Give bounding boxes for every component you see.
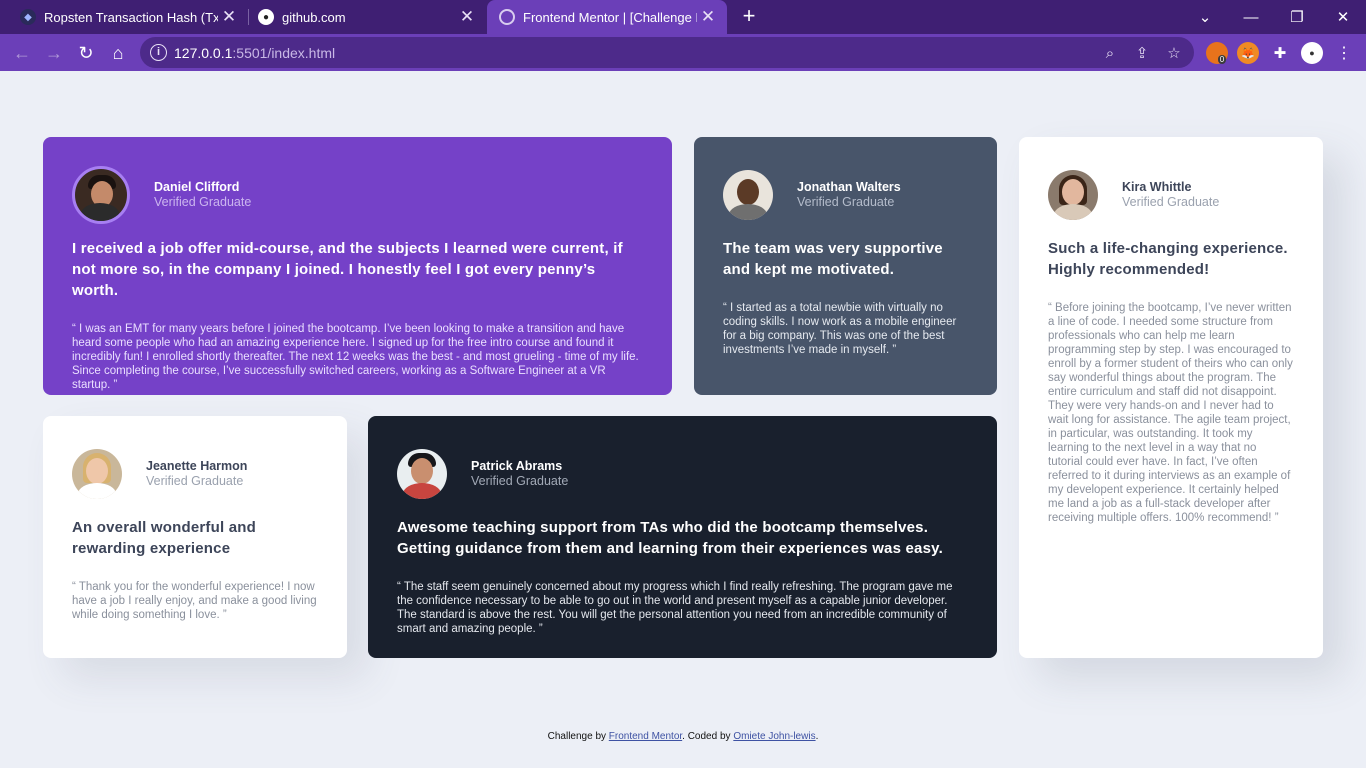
new-tab-button[interactable]: + — [736, 4, 762, 30]
url-host: 127.0.0.1 — [174, 45, 233, 61]
footer-suffix: . — [815, 731, 819, 742]
home-icon[interactable]: ⌂ — [104, 39, 132, 67]
person-info: Jeanette Harmon Verified Graduate — [72, 445, 347, 503]
profile-avatar[interactable]: ● — [1301, 42, 1323, 64]
testimonial-headline: An overall wonderful and rewarding exper… — [72, 519, 256, 557]
testimonial-card-jonathan: Jonathan Walters Verified Graduate The t… — [694, 137, 997, 395]
metamask-icon[interactable]: 🦊 — [1237, 42, 1259, 64]
person-info: Kira Whittle Verified Graduate — [1048, 166, 1323, 224]
person-name: Patrick Abrams — [471, 459, 563, 473]
person-role: Verified Graduate — [146, 474, 244, 488]
testimonial-quote: “ The staff seem genuinely concerned abo… — [397, 581, 953, 635]
avatar — [72, 166, 130, 224]
testimonial-headline: I received a job offer mid-course, and t… — [72, 240, 623, 299]
avatar-face — [411, 458, 433, 484]
avatar-body — [78, 483, 116, 499]
tab-search-icon[interactable]: ⌄ — [1182, 0, 1228, 34]
share-icon[interactable]: ⇪ — [1130, 41, 1154, 65]
testimonial-quote: “ I started as a total newbie with virtu… — [723, 302, 957, 356]
reload-icon[interactable]: ↻ — [72, 39, 100, 67]
avatar — [72, 449, 122, 499]
avatar-body — [729, 204, 767, 220]
extension-badge: 0 — [1217, 54, 1227, 64]
tab-ropsten[interactable]: ◆ Ropsten Transaction Hash (Txhash) D ✕ — [0, 0, 248, 34]
person-name: Daniel Clifford — [154, 180, 240, 194]
testimonial-card-daniel: Daniel Clifford Verified Graduate I rece… — [43, 137, 672, 395]
site-info-icon[interactable]: i — [150, 44, 167, 61]
extensions-puzzle-icon[interactable]: ✚ — [1269, 42, 1291, 64]
person-name: Jonathan Walters — [797, 180, 901, 194]
person-name: Jeanette Harmon — [146, 459, 248, 473]
bookmark-star-icon[interactable]: ☆ — [1162, 41, 1186, 65]
tab-frontend-mentor[interactable]: Frontend Mentor | [Challenge Name ✕ — [487, 0, 727, 34]
avatar — [723, 170, 773, 220]
avatar-body — [1054, 204, 1092, 220]
zoom-icon[interactable]: ⌕ — [1098, 41, 1122, 65]
page-loading-icon — [499, 9, 515, 25]
avatar-face — [1062, 179, 1084, 205]
url-text[interactable]: 127.0.0.1:5501/index.html — [174, 45, 335, 61]
testimonial-card-jeanette: Jeanette Harmon Verified Graduate An ove… — [43, 416, 347, 658]
person-info: Jonathan Walters Verified Graduate — [723, 166, 997, 224]
avatar-face — [86, 458, 108, 484]
person-role: Verified Graduate — [1122, 195, 1220, 209]
restore-icon[interactable]: ❐ — [1274, 0, 1320, 34]
testimonial-card-kira: Kira Whittle Verified Graduate Such a li… — [1019, 137, 1323, 658]
footer-middle: . Coded by — [682, 731, 734, 742]
testimonial-card-patrick: Patrick Abrams Verified Graduate Awesome… — [368, 416, 997, 658]
tab-title: Ropsten Transaction Hash (Txhash) D — [44, 9, 218, 25]
avatar-face — [737, 179, 759, 205]
footer-prefix: Challenge by — [547, 731, 609, 742]
url-path: :5501/index.html — [232, 45, 336, 61]
avatar-body — [81, 203, 119, 221]
address-bar[interactable]: i 127.0.0.1:5501/index.html ⌕ ⇪ ☆ — [140, 37, 1194, 68]
browser-toolbar: ← → ↻ ⌂ i 127.0.0.1:5501/index.html ⌕ ⇪ … — [0, 34, 1366, 71]
ethereum-icon: ◆ — [20, 9, 36, 25]
close-icon[interactable]: ✕ — [697, 7, 719, 27]
testimonial-quote: “ Thank you for the wonderful experience… — [72, 581, 317, 621]
frontend-mentor-link[interactable]: Frontend Mentor — [609, 731, 682, 742]
menu-kebab-icon[interactable]: ⋮ — [1333, 42, 1355, 64]
avatar — [1048, 170, 1098, 220]
github-icon: ● — [258, 9, 274, 25]
back-icon[interactable]: ← — [8, 39, 36, 67]
testimonial-headline: Awesome teaching support from TAs who di… — [397, 519, 943, 557]
brave-rewards-icon[interactable]: 0 — [1206, 42, 1228, 64]
tab-github[interactable]: ● github.com ✕ — [238, 0, 486, 34]
testimonial-quote: “ I was an EMT for many years before I j… — [72, 323, 639, 391]
window-close-icon[interactable]: ✕ — [1320, 0, 1366, 34]
close-icon[interactable]: ✕ — [218, 7, 240, 27]
tab-title: Frontend Mentor | [Challenge Name — [523, 9, 697, 25]
person-role: Verified Graduate — [471, 474, 569, 488]
testimonial-quote: “ Before joining the bootcamp, I’ve neve… — [1048, 302, 1293, 524]
tab-title: github.com — [282, 9, 346, 25]
person-info: Patrick Abrams Verified Graduate — [397, 445, 997, 503]
testimonial-headline: Such a life-changing experience. Highly … — [1048, 240, 1288, 278]
attribution-footer: Challenge by Frontend Mentor. Coded by O… — [0, 731, 1366, 742]
avatar — [397, 449, 447, 499]
person-role: Verified Graduate — [154, 195, 252, 209]
person-role: Verified Graduate — [797, 195, 895, 209]
browser-tab-strip: ◆ Ropsten Transaction Hash (Txhash) D ✕ … — [0, 0, 1366, 34]
avatar-body — [403, 483, 441, 499]
close-icon[interactable]: ✕ — [456, 7, 478, 27]
person-info: Daniel Clifford Verified Graduate — [72, 166, 672, 224]
person-name: Kira Whittle — [1122, 180, 1192, 194]
forward-icon[interactable]: → — [40, 39, 68, 67]
testimonial-headline: The team was very supportive and kept me… — [723, 240, 943, 278]
minimize-icon[interactable]: — — [1228, 0, 1274, 34]
author-link[interactable]: Omiete John-lewis — [733, 731, 815, 742]
